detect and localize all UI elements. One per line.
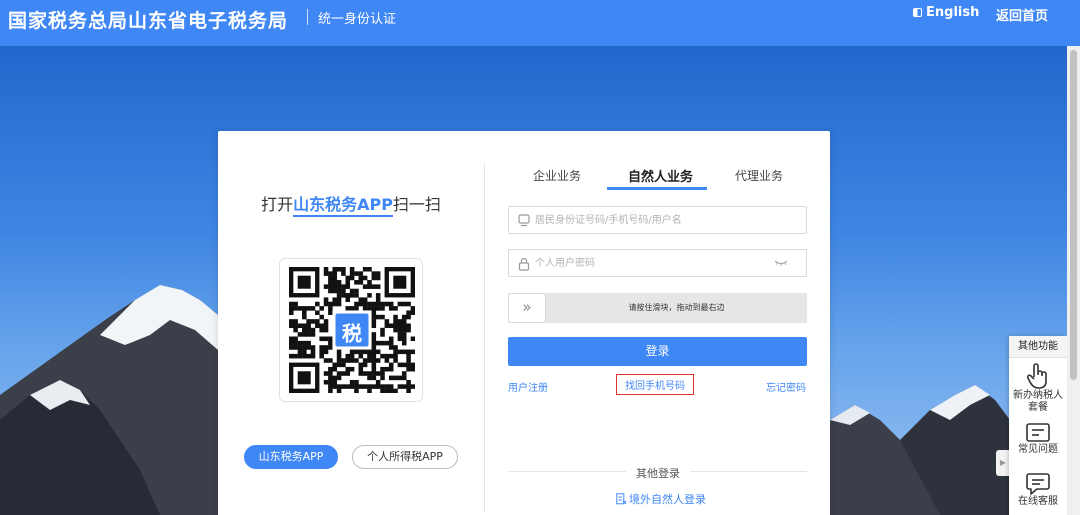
side-item-label: 在线客服	[1018, 496, 1058, 507]
login-card: 打开山东税务APP扫一扫 税 山东税务APP 个人所得税APP 企业业务 自然人…	[218, 131, 830, 515]
slider-handle[interactable]: »	[508, 293, 546, 323]
qr-code: 税	[279, 258, 423, 402]
scan-instruction: 打开山东税务APP扫一扫	[218, 191, 484, 217]
side-function-panel: 其他功能 新办纳税人套餐 常见问题 在线客服	[1009, 336, 1067, 515]
overseas-login-link[interactable]: 境外自然人登录	[616, 491, 706, 507]
overseas-login-label: 境外自然人登录	[629, 493, 706, 506]
active-tab-indicator	[607, 187, 707, 190]
site-subtitle: 统一身份认证	[318, 12, 397, 27]
chat-bubble-icon	[1026, 473, 1050, 495]
side-item-faq[interactable]: 常见问题	[1009, 416, 1067, 468]
scan-suffix: 扫一扫	[392, 195, 441, 214]
login-button[interactable]: 登录	[508, 337, 807, 366]
language-switch-link[interactable]: English	[913, 5, 979, 20]
scan-app-name: 山东税务APP	[293, 195, 393, 217]
title-separator	[307, 9, 308, 25]
password-visibility-icon[interactable]	[774, 260, 788, 266]
login-tabs: 企业业务 自然人业务 代理业务	[508, 159, 808, 190]
language-label: English	[926, 5, 980, 20]
return-home-link[interactable]: 返回首页	[996, 5, 1048, 24]
qr-code-graphic: 税	[289, 267, 415, 393]
tab-agent[interactable]: 代理业务	[735, 167, 783, 184]
page-scrollbar-thumb[interactable]	[1070, 50, 1077, 380]
id-card-icon	[518, 214, 530, 227]
register-link[interactable]: 用户注册	[508, 379, 548, 394]
faq-card-icon	[1026, 423, 1050, 442]
account-field[interactable]	[508, 206, 807, 234]
tab-enterprise[interactable]: 企业业务	[533, 167, 581, 184]
page-scrollbar[interactable]	[1067, 46, 1080, 515]
panel-divider	[484, 163, 485, 513]
side-item-online-service[interactable]: 在线客服	[1009, 468, 1067, 515]
hand-pointer-icon	[1026, 363, 1047, 389]
slider-captcha: » 请按住滑块，拖动到最右边	[508, 293, 807, 323]
side-panel-title: 其他功能	[1009, 336, 1067, 358]
side-item-new-taxpayer[interactable]: 新办纳税人套餐	[1009, 358, 1067, 416]
slider-hint: 请按住滑块，拖动到最右边	[628, 303, 725, 312]
personal-income-tax-app-button[interactable]: 个人所得税APP	[352, 445, 458, 469]
forgot-password-link[interactable]: 忘记密码	[766, 379, 806, 394]
top-header-bar: 国家税务总局山东省电子税务局 统一身份认证 English 返回首页	[0, 0, 1080, 46]
side-panel-collapse-button[interactable]: ▶	[996, 450, 1010, 476]
shandong-tax-app-button[interactable]: 山东税务APP	[244, 445, 338, 469]
side-item-label: 常见问题	[1018, 444, 1058, 455]
tab-natural-person[interactable]: 自然人业务	[628, 166, 693, 185]
other-login-label: 其他登录	[626, 465, 690, 481]
account-input[interactable]	[535, 211, 775, 229]
language-icon	[913, 8, 922, 17]
lock-icon	[518, 257, 530, 271]
recover-phone-link[interactable]: 找回手机号码	[616, 374, 694, 395]
tax-app-logo-glyph: 税	[342, 321, 362, 345]
scan-prefix: 打开	[261, 195, 294, 214]
password-input[interactable]	[535, 254, 775, 272]
password-field[interactable]	[508, 249, 807, 277]
site-title: 国家税务总局山东省电子税务局	[8, 10, 289, 32]
side-item-label: 新办纳税人套餐	[1013, 390, 1063, 413]
overseas-user-icon	[616, 493, 627, 505]
